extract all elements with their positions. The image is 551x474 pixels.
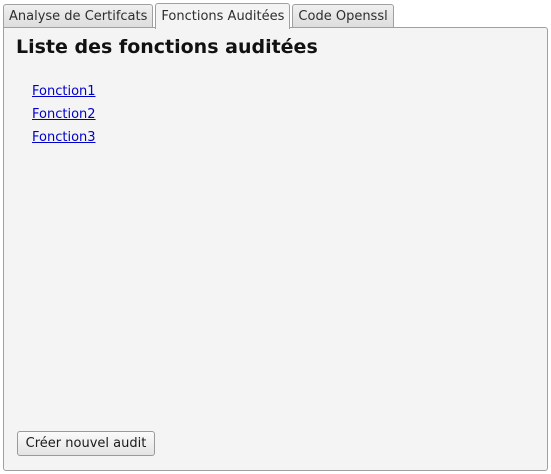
list-item: Fonction1: [32, 81, 96, 104]
list-item: Fonction3: [32, 127, 96, 150]
function-list: Fonction1 Fonction2 Fonction3: [32, 81, 96, 150]
tab-bar: Analyse de Certifcats Fonctions Auditées…: [3, 3, 396, 29]
tab-panel: Liste des fonctions auditées Fonction1 F…: [3, 27, 548, 471]
function-link-3[interactable]: Fonction3: [32, 130, 96, 145]
function-link-1[interactable]: Fonction1: [32, 84, 96, 99]
create-audit-button[interactable]: Créer nouvel audit: [17, 431, 155, 456]
tab-analyse-certificats[interactable]: Analyse de Certifcats: [3, 4, 154, 28]
tab-code-openssl[interactable]: Code Openssl: [292, 4, 394, 28]
tab-fonctions-auditees[interactable]: Fonctions Auditées: [155, 3, 291, 29]
app-window: Analyse de Certifcats Fonctions Auditées…: [0, 0, 551, 474]
function-link-2[interactable]: Fonction2: [32, 107, 96, 122]
list-item: Fonction2: [32, 104, 96, 127]
page-title: Liste des fonctions auditées: [16, 36, 318, 58]
